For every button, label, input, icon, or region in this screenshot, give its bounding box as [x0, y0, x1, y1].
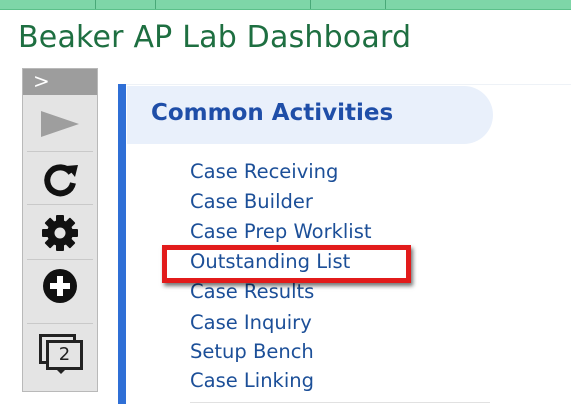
add-button[interactable] [23, 267, 97, 305]
activity-link-case-builder[interactable]: Case Builder [190, 190, 313, 214]
toolbar-divider [27, 259, 93, 260]
open-windows-button[interactable]: 2 [23, 333, 97, 375]
settings-icon [42, 215, 78, 251]
top-tab-strip [0, 0, 571, 10]
panel-divider [190, 402, 490, 403]
tab-segment[interactable] [155, 0, 311, 9]
tab-segment[interactable] [310, 0, 386, 9]
activity-link-setup-bench[interactable]: Setup Bench [190, 340, 314, 364]
highlight-box [162, 245, 411, 283]
tab-segment[interactable] [0, 0, 96, 9]
play-button[interactable] [23, 109, 97, 139]
add-icon [43, 269, 77, 303]
settings-button[interactable] [23, 214, 97, 252]
chevron-down-icon [55, 368, 67, 374]
dashboard-title: Beaker AP Lab Dashboard [18, 20, 412, 55]
panel-accent-bar [118, 84, 126, 404]
activity-link-case-receiving[interactable]: Case Receiving [190, 160, 338, 184]
panel-header-title: Common Activities [151, 100, 394, 126]
side-toolbar: > 2 [22, 68, 98, 392]
windows-icon: 2 [37, 333, 83, 375]
activity-link-case-prep-worklist[interactable]: Case Prep Worklist [190, 220, 372, 244]
activity-link-case-results[interactable]: Case Results [190, 280, 314, 304]
activity-link-case-linking[interactable]: Case Linking [190, 369, 314, 393]
toolbar-divider [27, 323, 93, 324]
toolbar-divider [27, 151, 93, 152]
refresh-icon [44, 164, 78, 197]
activity-link-case-inquiry[interactable]: Case Inquiry [190, 311, 312, 335]
panel-header: Common Activities [127, 86, 493, 144]
window-count: 2 [46, 340, 83, 370]
expand-toolbar-button[interactable]: > [23, 69, 97, 95]
play-icon [41, 111, 79, 137]
refresh-button[interactable] [23, 159, 97, 199]
tab-segment[interactable] [95, 0, 156, 9]
toolbar-divider [27, 204, 93, 205]
